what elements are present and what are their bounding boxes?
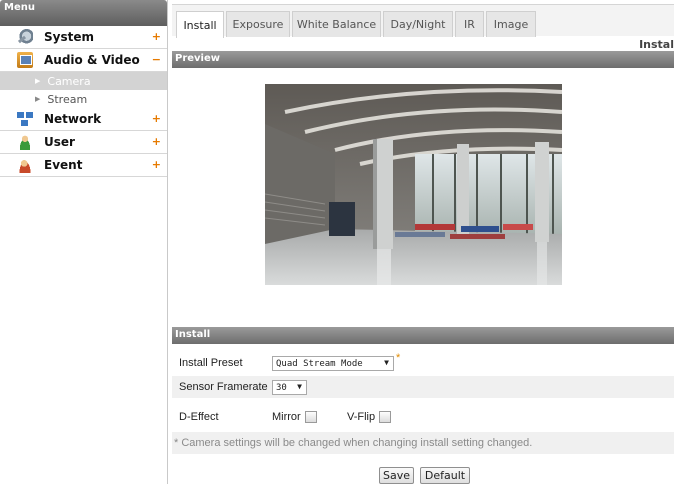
arrow-right-icon: ▶ — [35, 95, 41, 103]
sensor-framerate-row: Sensor Framerate 30 ▼ — [172, 376, 674, 398]
tab-bar: Install Exposure White Balance Day/Night… — [172, 4, 674, 38]
expand-icon: + — [151, 158, 161, 171]
d-effect-label: D-Effect — [179, 411, 219, 423]
mirror-checkbox[interactable] — [305, 411, 317, 423]
camera-preview-scene — [265, 84, 562, 285]
page-title: Instal — [639, 38, 674, 51]
expand-icon: + — [151, 112, 161, 125]
collapse-icon: − — [151, 53, 161, 66]
event-icon — [17, 157, 33, 173]
sidebar-item-audio-video[interactable]: Audio & Video − — [0, 49, 167, 72]
menu-header: Menu — [0, 0, 167, 26]
vflip-label: V-Flip — [347, 411, 376, 423]
sidebar-subitem-stream[interactable]: ▶ Stream — [0, 90, 167, 108]
user-icon — [17, 134, 33, 150]
tab-day-night[interactable]: Day/Night — [383, 11, 453, 37]
save-button[interactable]: Save — [379, 467, 414, 484]
arrow-right-icon: ▶ — [35, 77, 41, 85]
tab-image[interactable]: Image — [486, 11, 536, 37]
mirror-label: Mirror — [272, 411, 301, 423]
sidebar-subitem-label: Camera — [47, 74, 91, 88]
tab-install[interactable]: Install — [176, 11, 224, 38]
preview-section-header: Preview — [172, 51, 674, 68]
install-preset-label: Install Preset — [179, 357, 243, 369]
tab-exposure[interactable]: Exposure — [226, 11, 290, 37]
network-icon — [17, 111, 33, 127]
sidebar-item-label: System — [44, 30, 94, 44]
sidebar-item-system[interactable]: System + — [0, 26, 167, 49]
sidebar-item-event[interactable]: Event + — [0, 154, 167, 177]
sidebar-item-label: User — [44, 135, 75, 149]
chevron-down-icon: ▼ — [384, 358, 389, 367]
install-preset-select[interactable]: Quad Stream Mode ▼ — [272, 356, 394, 371]
sidebar-item-network[interactable]: Network + — [0, 108, 167, 131]
sidebar-menu: Menu System + Audio & Video − ▶ Camera ▶… — [0, 0, 168, 484]
install-note: * Camera settings will be changed when c… — [172, 432, 674, 454]
sidebar-item-label: Network — [44, 112, 102, 126]
expand-icon: + — [151, 30, 161, 43]
install-preset-row: Install Preset Quad Stream Mode ▼ * — [172, 352, 674, 374]
sidebar-item-user[interactable]: User + — [0, 131, 167, 154]
install-preset-value: Quad Stream Mode — [276, 358, 363, 369]
camera-preview-image — [265, 84, 562, 285]
sidebar-subitem-camera[interactable]: ▶ Camera — [0, 72, 167, 90]
sensor-framerate-value: 30 — [276, 382, 287, 393]
sensor-framerate-label: Sensor Framerate — [179, 381, 268, 393]
install-section-header: Install — [172, 327, 674, 344]
main-content: Install Exposure White Balance Day/Night… — [172, 0, 674, 484]
sensor-framerate-select[interactable]: 30 ▼ — [272, 380, 307, 395]
tab-ir[interactable]: IR — [455, 11, 484, 37]
d-effect-row: D-Effect Mirror V-Flip — [172, 406, 674, 428]
sidebar-item-label: Event — [44, 158, 83, 172]
sidebar-subitem-label: Stream — [47, 92, 88, 106]
system-icon — [17, 29, 33, 45]
required-mark: * — [396, 352, 401, 364]
audio-video-icon — [17, 52, 33, 68]
chevron-down-icon: ▼ — [297, 382, 302, 391]
expand-icon: + — [151, 135, 161, 148]
default-button[interactable]: Default — [420, 467, 470, 484]
sidebar-item-label: Audio & Video — [44, 53, 140, 67]
tab-white-balance[interactable]: White Balance — [292, 11, 381, 37]
vflip-checkbox[interactable] — [379, 411, 391, 423]
